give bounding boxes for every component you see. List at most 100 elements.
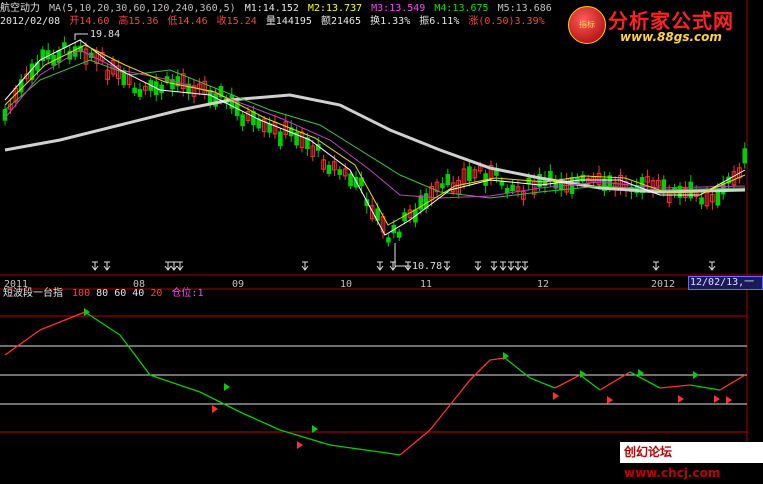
candle-body: [240, 114, 245, 127]
candle-body: [569, 177, 575, 194]
candle-body: [132, 87, 137, 94]
sell-signal-arrow: [693, 371, 699, 379]
ma-info-row: 航空动力 MA(5,10,20,30,60,120,240,360,5) M1:…: [0, 3, 555, 15]
candle-body: [348, 173, 353, 187]
candle-body: [742, 148, 748, 164]
candle-body: [278, 131, 283, 147]
anchor-icon: [376, 261, 384, 271]
candle-body: [467, 166, 472, 181]
buy-signal-arrow: [297, 441, 303, 449]
candle-body: [423, 193, 429, 209]
ma-green-line: [4, 59, 746, 199]
stock-name: 航空动力: [0, 3, 40, 14]
ma3-value: M3:13.549: [371, 3, 426, 14]
level-60: 60: [114, 288, 127, 299]
anchor-icon: [652, 261, 660, 271]
anchor-icon: [507, 261, 515, 271]
logo-badge: 指标: [568, 6, 606, 44]
indicator-line-segment: [39, 311, 86, 331]
chart-canvas[interactable]: 19.84 10.78: [0, 0, 763, 463]
anchor-icon: [91, 261, 99, 271]
candle-body: [699, 197, 704, 205]
candle-body: [326, 164, 332, 175]
axis-label-09: 09: [232, 279, 245, 290]
anchor-icon: [708, 261, 716, 271]
quote-turnover: 换1.33%: [370, 16, 411, 27]
indicator-line-segment: [629, 371, 661, 389]
high-marker: [74, 33, 88, 40]
indicator-title-row: 短波段一台指 100 80 60 40 20 仓位:1: [3, 288, 203, 300]
quote-low: 低14.46: [167, 16, 208, 27]
indicator-line-segment: [579, 374, 601, 391]
axis-label-2012: 2012: [651, 279, 676, 290]
quote-amount: 额21465: [320, 16, 362, 27]
indicator-line-segment: [199, 391, 241, 413]
quote-date: 2012/02/08: [0, 16, 61, 27]
anchor-icon: [521, 261, 529, 271]
candle-body: [440, 183, 445, 189]
indicator-line-segment: [239, 411, 281, 431]
quote-amplitude: 振6.11%: [419, 16, 460, 27]
axis-label-11: 11: [420, 279, 433, 290]
indicator-line-segment: [149, 374, 201, 393]
ma-yellow-line: [4, 44, 746, 226]
axis-label-12: 12: [537, 279, 550, 290]
candle-body: [159, 84, 164, 93]
cursor-date-box: 12/02/13,一: [688, 276, 763, 290]
candle-body: [2, 109, 8, 121]
ma4-value: M4:13.675: [434, 3, 489, 14]
buy-signal-arrow: [553, 392, 559, 400]
position-label: 仓位:1: [171, 288, 204, 299]
indicator-line-segment: [399, 429, 431, 456]
indicator-line-segment: [529, 377, 556, 389]
indicator-line-segment: [469, 359, 491, 381]
indicator-line-segment: [429, 379, 471, 431]
anchor-icon: [474, 261, 482, 271]
quote-row: 2012/02/08 开14.60 高15.36 低14.46 收15.24 量…: [0, 16, 548, 28]
quote-high: 高15.36: [118, 16, 159, 27]
indicator-line-segment: [84, 311, 121, 336]
anchor-icon: [301, 261, 309, 271]
indicator-line-segment: [554, 374, 581, 389]
buy-signal-arrow: [678, 395, 684, 403]
ma5-value: M5:13.686: [497, 3, 552, 14]
candle-body: [445, 174, 451, 185]
ma-long-line: [4, 93, 746, 194]
candle-body: [72, 46, 78, 57]
indicator-name: 短波段一台指: [3, 288, 63, 299]
candle-body: [396, 231, 402, 238]
indicator-line-segment: [4, 329, 41, 356]
indicator-line-segment: [659, 384, 691, 389]
anchor-icon: [490, 261, 498, 271]
indicator-line-segment: [489, 357, 506, 361]
sell-signal-arrow: [638, 369, 644, 377]
ma1-value: M1:14.152: [244, 3, 299, 14]
indicator-line-segment: [689, 384, 721, 391]
anchor-icon: [499, 261, 507, 271]
anchor-icon: [443, 261, 451, 271]
candle-body: [251, 111, 256, 126]
candle-body: [510, 184, 515, 192]
quote-open: 开14.60: [69, 16, 110, 27]
watermark: 创幻论坛 www.chcj.com: [620, 442, 763, 480]
high-price-label: 19.84: [90, 29, 120, 40]
indicator-line-segment: [329, 444, 381, 453]
quote-change: 涨(0.50)3.39%: [468, 16, 545, 27]
anchor-icon: [176, 261, 184, 271]
indicator-line-segment: [379, 451, 401, 456]
level-100: 100: [72, 288, 91, 299]
logo-url: www.88gs.com: [620, 30, 722, 44]
anchor-icon: [170, 261, 178, 271]
quote-volume: 量144195: [265, 16, 312, 27]
buy-signal-arrow: [726, 396, 732, 404]
indicator-line-segment: [719, 374, 746, 391]
level-80: 80: [96, 288, 109, 299]
axis-label-10: 10: [340, 279, 353, 290]
level-20: 20: [150, 288, 163, 299]
candle-body: [504, 187, 510, 194]
candle-body: [386, 237, 391, 243]
candle-body: [137, 89, 143, 97]
candle-body: [56, 50, 62, 63]
anchor-icon: [514, 261, 522, 271]
buy-signal-arrow: [212, 405, 218, 413]
